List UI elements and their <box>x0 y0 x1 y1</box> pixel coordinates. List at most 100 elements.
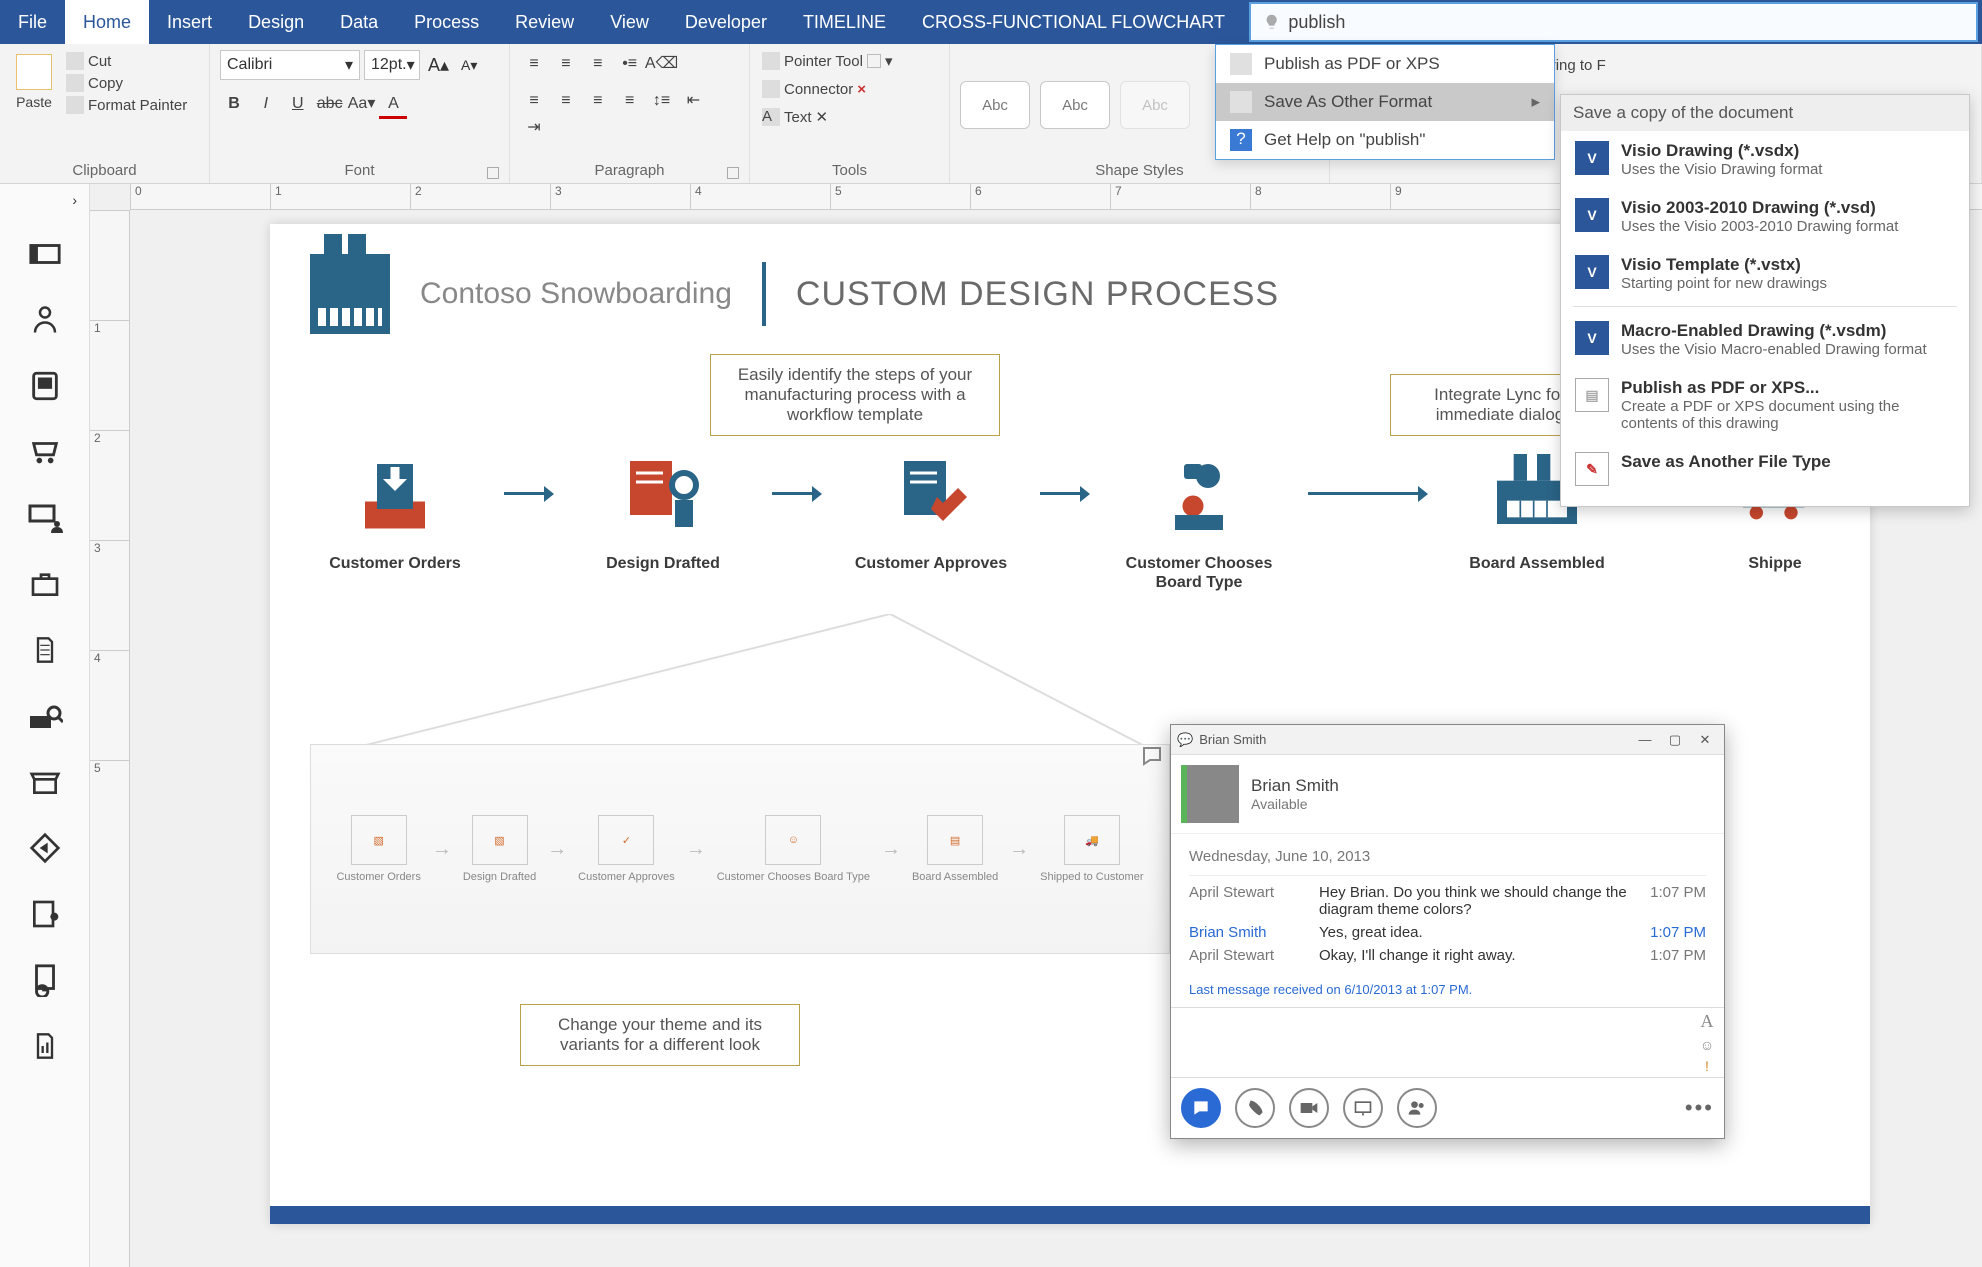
tab-crossfunctional[interactable]: CROSS-FUNCTIONAL FLOWCHART <box>904 0 1243 44</box>
tell-me-input[interactable] <box>1288 12 1976 33</box>
stencil-person-icon[interactable] <box>25 300 65 340</box>
stencil-computer-user-icon[interactable] <box>25 498 65 538</box>
justify-button[interactable]: ≡ <box>616 88 644 114</box>
save-pdfxps[interactable]: ▤Publish as PDF or XPS...Create a PDF or… <box>1561 368 1969 442</box>
font-dialog-launcher[interactable] <box>487 167 499 179</box>
connection-point-icon[interactable]: ✕ <box>816 108 829 126</box>
connector-tool-button[interactable]: Connector× <box>760 78 868 100</box>
tell-me-search[interactable] <box>1249 2 1978 42</box>
copy-button[interactable]: Copy <box>64 72 189 94</box>
present-button[interactable] <box>1343 1088 1383 1128</box>
clear-format-button[interactable]: A⌫ <box>648 50 676 76</box>
stencil-document-icon[interactable] <box>25 630 65 670</box>
callout-workflow[interactable]: Easily identify the steps of your manufa… <box>710 354 1000 436</box>
shrink-font-button[interactable]: A▾ <box>457 57 481 74</box>
emoji-icon[interactable]: ☺ <box>1700 1037 1714 1053</box>
stencil-swimlane-icon[interactable] <box>25 234 65 274</box>
step-customer-approves[interactable]: Customer Approves <box>846 444 1016 573</box>
pointer-tool-button[interactable]: Pointer Tool▾ <box>760 50 894 72</box>
tellme-item-help[interactable]: ?Get Help on "publish" <box>1216 121 1554 159</box>
tab-review[interactable]: Review <box>497 0 592 44</box>
save-vsdm[interactable]: VMacro-Enabled Drawing (*.vsdm)Uses the … <box>1561 311 1969 368</box>
grow-font-button[interactable]: A▴ <box>424 55 453 76</box>
stencil-kiosk-icon[interactable] <box>25 366 65 406</box>
underline-button[interactable]: U <box>284 91 312 117</box>
step-customer-orders[interactable]: Customer Orders <box>310 444 480 573</box>
strike-button[interactable]: abc <box>316 91 344 117</box>
theme-variant-preview[interactable]: ▧Customer Orders → ▧Design Drafted → ✓Cu… <box>310 744 1170 954</box>
bold-button[interactable]: B <box>220 91 248 117</box>
cut-button[interactable]: Cut <box>64 50 189 72</box>
font-format-icon[interactable]: A <box>1701 1011 1714 1032</box>
save-vsdx[interactable]: VVisio Drawing (*.vsdx)Uses the Visio Dr… <box>1561 131 1969 188</box>
line-spacing-button[interactable]: ↕≡ <box>648 88 676 114</box>
font-name-combo[interactable]: Calibri▾ <box>220 50 360 80</box>
font-size-combo[interactable]: 12pt.▾ <box>364 50 420 80</box>
call-button[interactable] <box>1235 1088 1275 1128</box>
stencil-inspection-icon[interactable] <box>25 696 65 736</box>
increase-indent-button[interactable]: ⇥ <box>520 114 548 140</box>
align-middle-button[interactable]: ≡ <box>552 51 580 77</box>
tab-file[interactable]: File <box>0 0 65 44</box>
shape-style-1[interactable]: Abc <box>960 81 1030 129</box>
save-other[interactable]: ✎Save as Another File Type <box>1561 442 1969 496</box>
tab-developer[interactable]: Developer <box>667 0 785 44</box>
chat-bubble-icon[interactable] <box>1140 744 1164 768</box>
text-tool-button[interactable]: AText✕ <box>760 106 830 128</box>
align-bottom-button[interactable]: ≡ <box>584 51 612 77</box>
tab-timeline[interactable]: TIMELINE <box>785 0 904 44</box>
copy-icon <box>66 74 84 92</box>
group-label-paragraph: Paragraph <box>520 160 739 181</box>
lync-titlebar[interactable]: 💬 Brian Smith — ▢ ✕ <box>1171 725 1724 755</box>
stencil-briefcase-icon[interactable] <box>25 564 65 604</box>
paste-button[interactable]: Paste <box>10 50 58 114</box>
bullets-button[interactable]: •≡ <box>616 51 644 77</box>
tab-insert[interactable]: Insert <box>149 0 230 44</box>
stencil-report-icon[interactable] <box>25 1026 65 1066</box>
close-button[interactable]: ✕ <box>1692 730 1718 750</box>
tab-data[interactable]: Data <box>322 0 396 44</box>
shapes-pane[interactable]: › <box>0 184 90 1267</box>
tab-view[interactable]: View <box>592 0 667 44</box>
step-chooses-board[interactable]: Customer Chooses Board Type <box>1114 444 1284 592</box>
shape-style-2[interactable]: Abc <box>1040 81 1110 129</box>
font-color-button[interactable]: A <box>379 93 407 119</box>
step-label: Shippe <box>1720 554 1830 573</box>
more-actions-button[interactable]: ••• <box>1685 1095 1714 1121</box>
align-top-button[interactable]: ≡ <box>520 51 548 77</box>
maximize-button[interactable]: ▢ <box>1662 730 1688 750</box>
stencil-decision-icon[interactable] <box>25 828 65 868</box>
tab-home[interactable]: Home <box>65 0 149 44</box>
align-right-button[interactable]: ≡ <box>584 88 612 114</box>
step-design-drafted[interactable]: Design Drafted <box>578 444 748 573</box>
change-case-button[interactable]: Aa▾ <box>348 90 376 116</box>
align-center-button[interactable]: ≡ <box>552 88 580 114</box>
tab-design[interactable]: Design <box>230 0 322 44</box>
tab-process[interactable]: Process <box>396 0 497 44</box>
tellme-item-publish-pdf[interactable]: Publish as PDF or XPS <box>1216 45 1554 83</box>
decrease-indent-button[interactable]: ⇤ <box>679 87 707 113</box>
format-painter-button[interactable]: Format Painter <box>64 94 189 116</box>
stencil-clipboard-person-icon[interactable] <box>25 894 65 934</box>
save-vsd[interactable]: VVisio 2003-2010 Drawing (*.vsd)Uses the… <box>1561 188 1969 245</box>
stencil-box-open-icon[interactable] <box>25 762 65 802</box>
callout-theme[interactable]: Change your theme and its variants for a… <box>520 1004 800 1066</box>
chat-input[interactable] <box>1171 1008 1690 1077</box>
paragraph-dialog-launcher[interactable] <box>727 167 739 179</box>
stencil-clipboard-pie-icon[interactable] <box>25 960 65 1000</box>
italic-button[interactable]: I <box>252 91 280 117</box>
contact-avatar[interactable] <box>1181 765 1239 823</box>
im-button[interactable] <box>1181 1088 1221 1128</box>
shape-style-3[interactable]: Abc <box>1120 81 1190 129</box>
lync-chat-window[interactable]: 💬 Brian Smith — ▢ ✕ Brian Smith Availabl… <box>1170 724 1725 1139</box>
priority-icon[interactable]: ! <box>1705 1058 1709 1074</box>
participants-button[interactable] <box>1397 1088 1437 1128</box>
save-vstx[interactable]: VVisio Template (*.vstx)Starting point f… <box>1561 245 1969 302</box>
tellme-item-save-as-other[interactable]: Save As Other Format▸ <box>1216 83 1554 121</box>
video-button[interactable] <box>1289 1088 1329 1128</box>
visio-icon: V <box>1575 321 1609 355</box>
align-left-button[interactable]: ≡ <box>520 88 548 114</box>
minimize-button[interactable]: — <box>1632 730 1658 750</box>
shapes-expand-icon[interactable]: › <box>72 192 77 208</box>
stencil-cart-icon[interactable] <box>25 432 65 472</box>
